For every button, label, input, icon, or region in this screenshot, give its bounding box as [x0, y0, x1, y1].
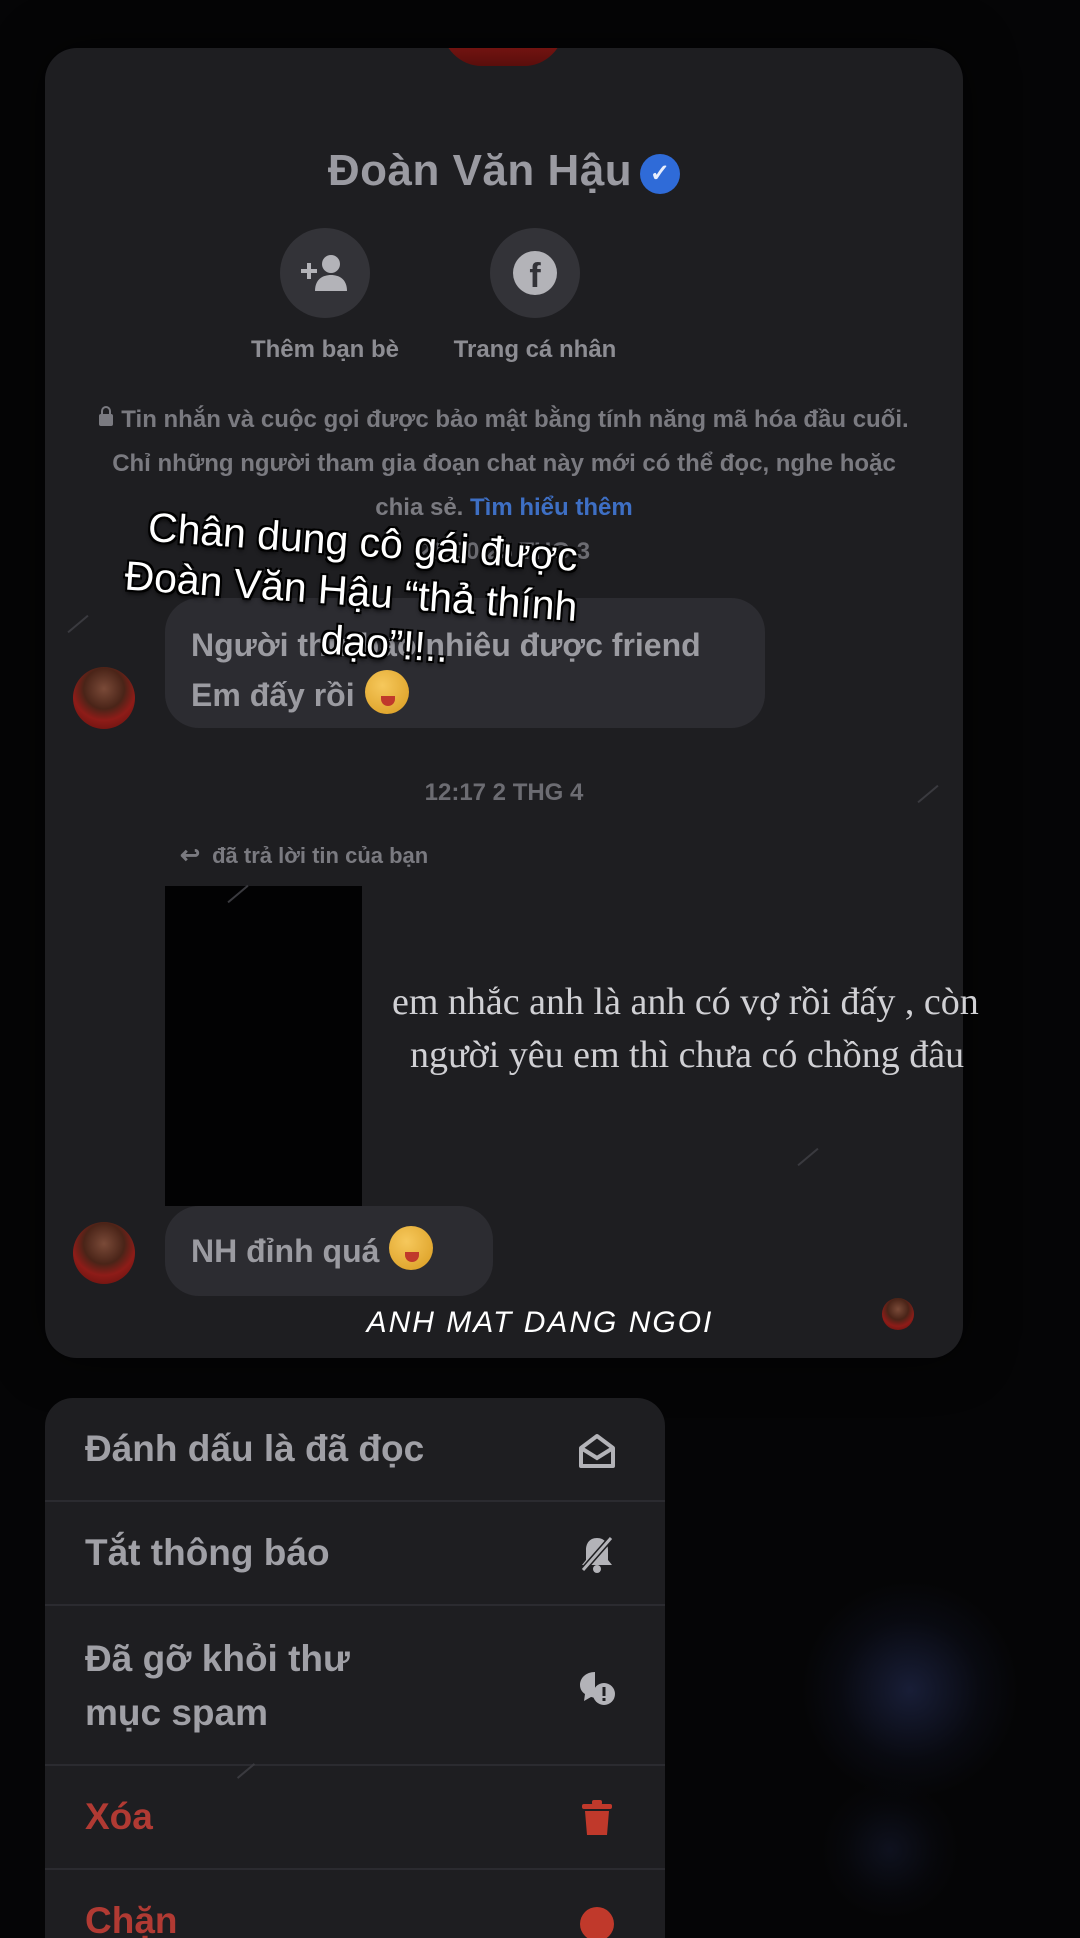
- profile-button[interactable]: f Trang cá nhân: [415, 228, 655, 364]
- menu-item-label: Tắt thông báo: [85, 1532, 330, 1573]
- facebook-icon: f: [513, 251, 557, 295]
- menu-item-label: mục spam: [85, 1692, 269, 1733]
- decorative-stroke: [797, 1147, 819, 1167]
- contact-name-row: Đoàn Văn Hậu ✓: [45, 146, 963, 196]
- wink-emoji-icon: [389, 1226, 434, 1270]
- add-friend-circle: [280, 228, 370, 318]
- learn-more-link[interactable]: Tìm hiểu thêm: [470, 494, 633, 521]
- spam-chat-icon: [580, 1672, 615, 1705]
- message-text: NH đỉnh quá: [191, 1233, 380, 1269]
- menu-item-label: Xóa: [85, 1796, 153, 1837]
- sender-avatar[interactable]: [73, 667, 135, 729]
- video-caption: Chân dung cô gái được Đoàn Văn Hậu “thả …: [123, 502, 609, 684]
- overlay-text-line: em nhắc anh là anh có vợ rồi đấy , còn: [392, 981, 979, 1023]
- menu-item-label: Đánh dấu là đã đọc: [85, 1428, 425, 1469]
- watermark: ANH MAT DANG NGOI: [366, 1306, 714, 1339]
- replied-image[interactable]: [165, 886, 362, 1206]
- sender-avatar[interactable]: [73, 1222, 135, 1284]
- profile-label: Trang cá nhân: [453, 336, 617, 363]
- wink-emoji-icon: [364, 670, 409, 714]
- lock-icon: [99, 406, 114, 426]
- add-friend-icon: [301, 255, 347, 291]
- profile-actions: Thêm bạn bè f Trang cá nhân: [45, 228, 963, 363]
- reply-arrow-icon: ↩: [180, 842, 201, 869]
- envelope-open-icon: [579, 1434, 615, 1468]
- profile-circle: f: [490, 228, 580, 318]
- menu-item-block[interactable]: Chặn: [45, 1870, 665, 1938]
- verified-badge-icon: ✓: [640, 154, 681, 194]
- trash-icon: [582, 1800, 612, 1835]
- reply-label: đã trả lời tin của bạn: [212, 843, 429, 868]
- menu-item-label: Chặn: [85, 1900, 178, 1938]
- profile-avatar[interactable]: [442, 48, 564, 66]
- context-menu: Đánh dấu là đã đọc Tắt thông báo Đã gỡ k…: [45, 1398, 665, 1938]
- menu-item-mute[interactable]: Tắt thông báo: [45, 1502, 665, 1606]
- message-text-line: Em đấy rồi: [191, 670, 765, 720]
- message-text: Em đấy rồi: [191, 677, 355, 713]
- menu-item-spam[interactable]: Đã gỡ khỏi thư mục spam: [45, 1606, 665, 1766]
- background-glow: [800, 1580, 1020, 1800]
- add-friend-label: Thêm bạn bè: [250, 336, 400, 363]
- contact-name: Đoàn Văn Hậu: [327, 146, 633, 195]
- overlay-text-line: người yêu em thì chưa có chồng đâu: [410, 1034, 965, 1076]
- bell-off-icon: [580, 1536, 614, 1573]
- menu-item-mark-read[interactable]: Đánh dấu là đã đọc: [45, 1398, 665, 1502]
- menu-item-label: Đã gỡ khỏi thư: [85, 1638, 350, 1679]
- background-glow: [820, 1780, 960, 1920]
- add-friend-button[interactable]: Thêm bạn bè: [205, 228, 445, 364]
- reply-indicator: ↩ đã trả lời tin của bạn: [180, 841, 428, 870]
- chat-panel: Đoàn Văn Hậu ✓ Thêm bạn bè f Trang cá nhâ…: [45, 48, 963, 1358]
- decorative-stroke: [67, 614, 89, 634]
- timestamp: 12:17 2 THG 4: [424, 779, 584, 806]
- menu-item-delete[interactable]: Xóa: [45, 1766, 665, 1870]
- message-bubble[interactable]: NH đỉnh quá: [165, 1206, 493, 1296]
- block-icon: [580, 1907, 614, 1938]
